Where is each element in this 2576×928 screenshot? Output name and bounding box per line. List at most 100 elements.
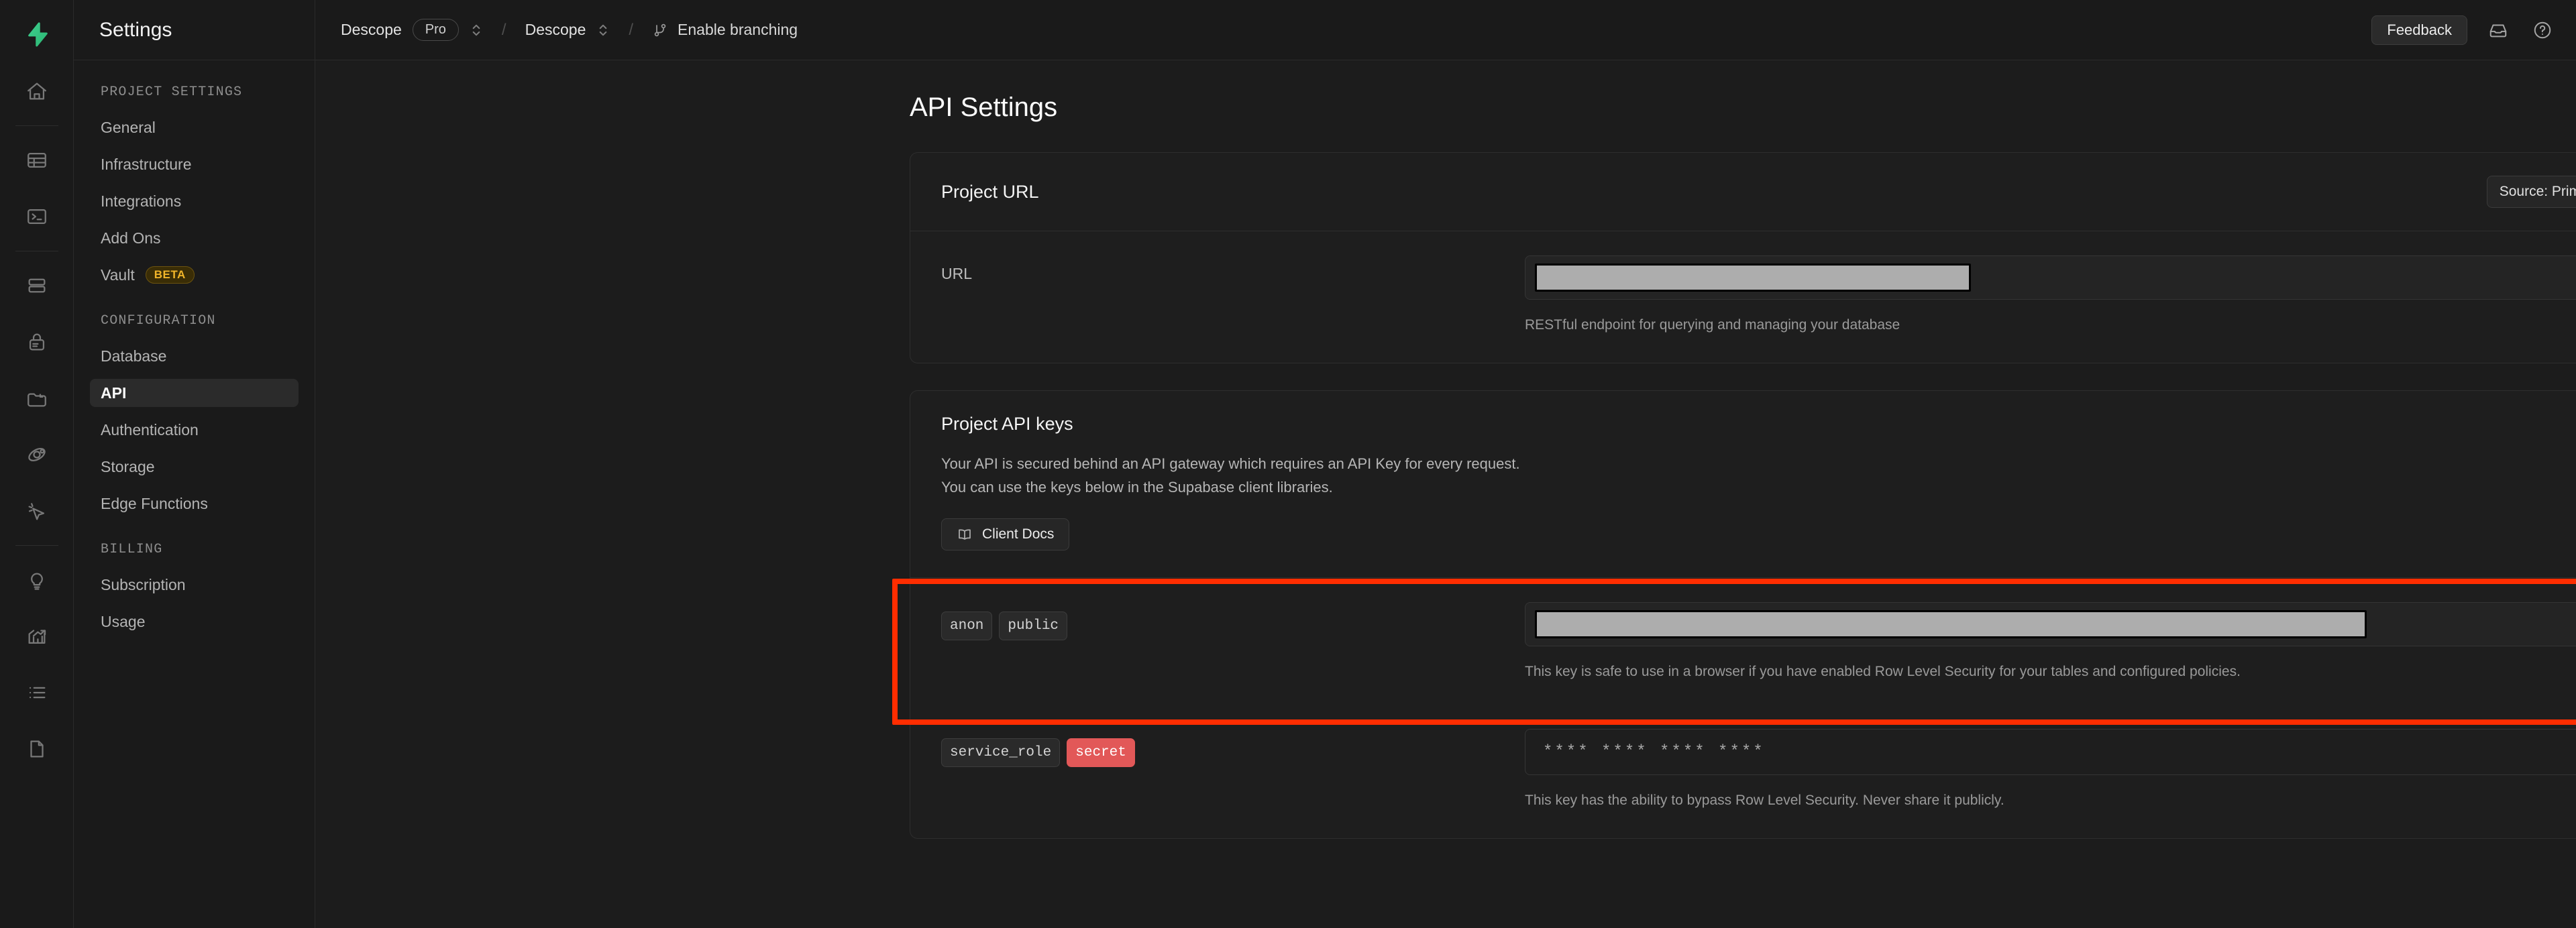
home-icon[interactable] <box>15 69 59 113</box>
api-keys-description-line2: You can use the keys below in the Supaba… <box>941 479 1333 496</box>
chevron-updown-icon[interactable] <box>596 21 610 39</box>
sidebar-item-subscription[interactable]: Subscription <box>90 571 299 599</box>
sidebar-item-database[interactable]: Database <box>90 342 299 370</box>
breadcrumb: Descope Pro / Descope / Enable branching <box>341 19 798 41</box>
breadcrumb-project[interactable]: Descope <box>525 21 586 39</box>
sidebar-item-add-ons[interactable]: Add Ons <box>90 224 299 252</box>
anon-key-hint: This key is safe to use in a browser if … <box>1525 663 2241 679</box>
sidebar-item-vault[interactable]: Vault BETA <box>90 261 299 289</box>
sidebar-group-project-settings: PROJECT SETTINGS General Infrastructure … <box>90 84 299 289</box>
chevron-updown-icon[interactable] <box>470 21 483 39</box>
client-docs-button[interactable]: Client Docs <box>941 518 1070 550</box>
sidebar-item-api[interactable]: API <box>90 379 299 407</box>
service-role-key-field[interactable]: **** **** **** **** Reveal <box>1525 729 2576 776</box>
app-root: Settings PROJECT SETTINGS General Infras… <box>0 0 2576 928</box>
sidebar-item-label: Infrastructure <box>101 155 192 173</box>
tag-secret: secret <box>1067 738 1135 768</box>
project-url-value <box>1535 264 2576 292</box>
anon-key-value <box>1535 610 2576 638</box>
plan-badge[interactable]: Pro <box>412 19 459 41</box>
masked-key-value: **** **** **** **** <box>1543 743 1765 762</box>
client-docs-label: Client Docs <box>982 526 1055 542</box>
help-circle-icon[interactable] <box>2529 17 2556 44</box>
lightbulb-icon[interactable] <box>15 558 59 602</box>
project-url-row-label: URL <box>941 255 1525 336</box>
sidebar-group-label: PROJECT SETTINGS <box>101 84 243 100</box>
project-url-field[interactable]: Copy <box>1525 255 2576 300</box>
redacted-value <box>1535 264 1971 292</box>
sidebar-item-infrastructure[interactable]: Infrastructure <box>90 150 299 178</box>
api-key-tags-service-role: service_role secret <box>941 729 1525 811</box>
rail-divider <box>15 545 58 546</box>
sidebar-item-label: Edge Functions <box>101 494 208 512</box>
breadcrumb-org[interactable]: Descope <box>341 21 402 39</box>
sidebar-item-edge-functions[interactable]: Edge Functions <box>90 489 299 518</box>
service-role-key-hint: This key has the ability to bypass Row L… <box>1525 793 2004 809</box>
sidebar-item-general[interactable]: General <box>90 113 299 141</box>
project-url-title: Project URL <box>941 181 1039 202</box>
sidebar-item-label: Usage <box>101 612 146 630</box>
api-key-tags-anon: anon public <box>941 602 1525 683</box>
sidebar-item-label: Vault <box>101 266 135 284</box>
project-url-card-header: Project URL Source: Primary Database <box>910 153 2576 231</box>
storage-folder-icon[interactable] <box>15 376 59 420</box>
realtime-cursor-icon[interactable] <box>15 489 59 533</box>
sidebar-group-label: CONFIGURATION <box>101 313 216 329</box>
sql-editor-icon[interactable] <box>15 194 59 239</box>
api-docs-icon[interactable] <box>15 727 59 771</box>
beta-badge: BETA <box>145 266 195 284</box>
logs-list-icon[interactable] <box>15 671 59 715</box>
sidebar-item-label: Add Ons <box>101 229 161 247</box>
supabase-logo-icon[interactable] <box>15 12 59 56</box>
edge-functions-icon[interactable] <box>15 432 59 477</box>
top-bar: Descope Pro / Descope / Enable branching <box>315 0 2576 60</box>
api-key-content-anon: Copy This key is safe to use in a browse… <box>1525 601 2576 683</box>
sidebar-item-storage[interactable]: Storage <box>90 453 299 481</box>
cards-container: Project URL Source: Primary Database URL <box>892 152 2576 839</box>
project-url-row-content: Copy RESTful endpoint for querying and m… <box>1525 255 2576 336</box>
anon-key-field[interactable]: Copy <box>1525 601 2576 646</box>
project-url-hint: RESTful endpoint for querying and managi… <box>1525 317 1900 333</box>
sidebar-item-integrations[interactable]: Integrations <box>90 187 299 215</box>
sidebar-item-usage[interactable]: Usage <box>90 607 299 636</box>
url-label: URL <box>941 265 973 282</box>
sidebar-title: Settings <box>99 18 172 41</box>
database-icon[interactable] <box>15 264 59 308</box>
enable-branching-label: Enable branching <box>678 21 798 38</box>
source-select[interactable]: Source: Primary Database <box>2486 176 2576 208</box>
breadcrumb-separator: / <box>501 20 506 39</box>
table-editor-icon[interactable] <box>15 138 59 182</box>
settings-sidebar: Settings PROJECT SETTINGS General Infras… <box>74 0 315 928</box>
redacted-value <box>1535 610 2367 638</box>
api-key-row-anon: anon public Copy <box>910 577 2576 709</box>
sidebar-nav: PROJECT SETTINGS General Infrastructure … <box>74 60 315 660</box>
auth-lock-icon[interactable] <box>15 320 59 364</box>
api-keys-card-header: Project API keys Your API is secured beh… <box>910 391 2576 577</box>
primary-icon-rail <box>0 0 74 928</box>
breadcrumb-separator: / <box>629 20 634 39</box>
rail-divider <box>15 125 58 126</box>
enable-branching-button[interactable]: Enable branching <box>652 21 798 39</box>
sidebar-item-label: API <box>101 384 127 402</box>
sidebar-item-label: Integrations <box>101 192 182 210</box>
sidebar-header: Settings <box>74 0 315 60</box>
sidebar-item-authentication[interactable]: Authentication <box>90 416 299 444</box>
inbox-icon[interactable] <box>2485 17 2512 44</box>
sidebar-group-label: BILLING <box>101 542 163 557</box>
reports-chart-icon[interactable] <box>15 614 59 658</box>
tag-public: public <box>999 611 1068 640</box>
sidebar-item-label: Authentication <box>101 420 199 439</box>
tag-anon: anon <box>941 611 993 640</box>
api-keys-card: Project API keys Your API is secured beh… <box>910 390 2576 839</box>
content-area: API Settings Project URL Source: Primary… <box>315 60 2576 928</box>
api-keys-description-line1: Your API is secured behind an API gatewa… <box>941 455 1520 472</box>
api-key-row-service-role: service_role secret **** **** **** **** … <box>910 709 2576 837</box>
api-keys-title: Project API keys <box>941 413 1073 434</box>
sidebar-group-billing: BILLING Subscription Usage <box>90 542 299 636</box>
sidebar-item-label: Subscription <box>101 575 186 593</box>
main-column: Descope Pro / Descope / Enable branching <box>315 0 2576 928</box>
project-url-card: Project URL Source: Primary Database URL <box>910 152 2576 363</box>
sidebar-item-label: Storage <box>101 457 155 475</box>
topbar-actions: Feedback <box>2371 15 2556 45</box>
feedback-button[interactable]: Feedback <box>2371 15 2467 45</box>
